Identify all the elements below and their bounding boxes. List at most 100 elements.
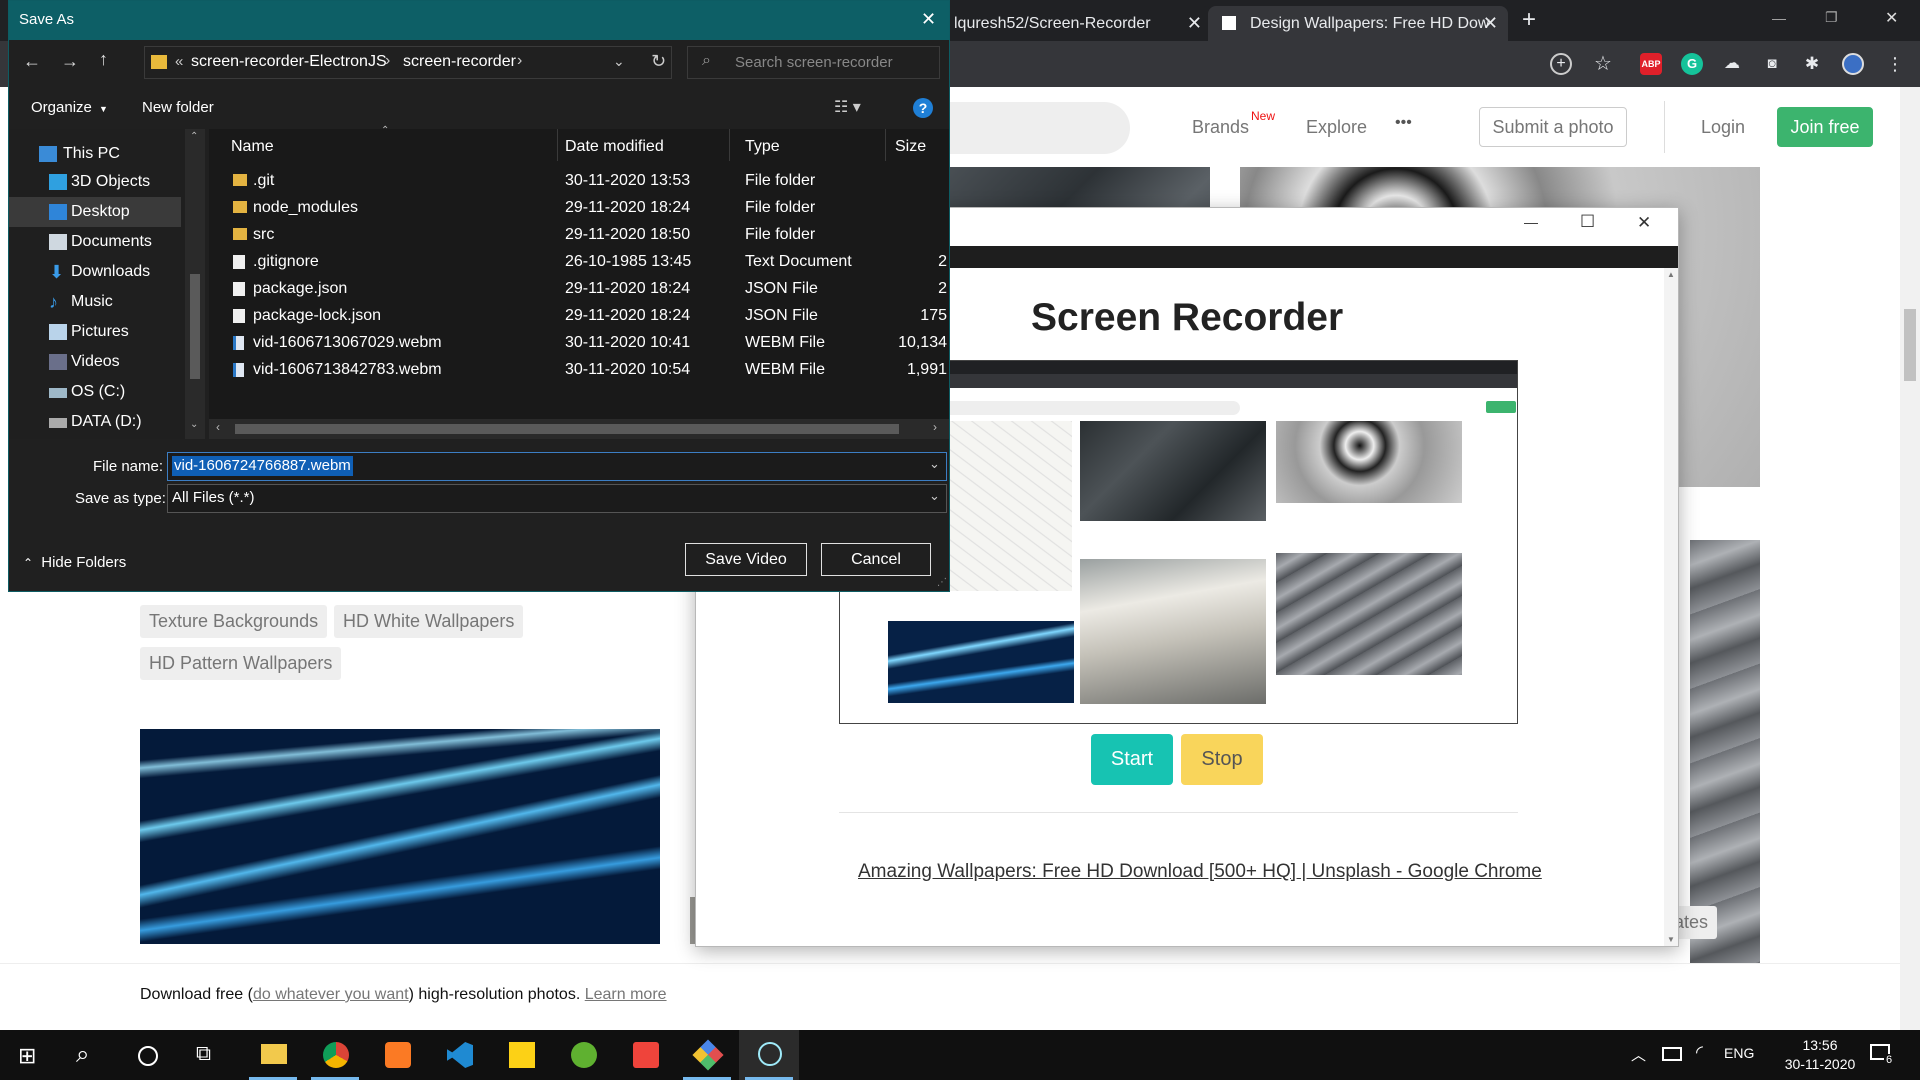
electron-app[interactable] xyxy=(739,1030,799,1080)
scrollbar-thumb[interactable] xyxy=(1904,309,1916,381)
nav-item-desktop[interactable]: Desktop xyxy=(9,197,181,227)
nav-item-pictures[interactable]: Pictures xyxy=(9,317,181,347)
close-button[interactable]: ✕ xyxy=(1637,213,1651,233)
nav-item-this-pc[interactable]: This PC xyxy=(9,139,181,169)
avatar[interactable] xyxy=(1842,53,1864,75)
new-tab-button[interactable]: + xyxy=(1522,6,1536,34)
close-button[interactable]: ✕ xyxy=(921,9,936,30)
chevron-up-icon[interactable]: ︿ xyxy=(1631,1044,1646,1065)
chevron-down-icon[interactable]: ⌄ xyxy=(929,488,940,504)
tag-texture-backgrounds[interactable]: Texture Backgrounds xyxy=(140,605,328,638)
nav-item-data-d[interactable]: DATA (D:) xyxy=(9,407,181,437)
chevron-down-icon[interactable]: ⌄ xyxy=(190,419,198,430)
nav-explore[interactable]: Explore xyxy=(1306,117,1367,138)
restore-button[interactable]: ❐ xyxy=(1825,9,1838,26)
table-row[interactable]: .git 30-11-2020 13:53 File folder xyxy=(209,167,949,194)
clock[interactable]: 13:56 30-11-2020 xyxy=(1780,1036,1860,1074)
puzzle-icon[interactable]: ✱ xyxy=(1801,53,1823,75)
tab-unsplash[interactable]: Design Wallpapers: Free HD Dow ✕ xyxy=(1208,6,1508,41)
grammarly-icon[interactable]: G xyxy=(1681,53,1703,75)
chevron-up-icon[interactable]: ⌃ xyxy=(190,131,198,142)
tag-hd-pattern-wallpapers[interactable]: HD Pattern Wallpapers xyxy=(140,647,342,680)
column-size[interactable]: Size xyxy=(895,138,926,156)
table-row[interactable]: package.json 29-11-2020 18:24 JSON File 2 xyxy=(209,275,949,302)
organize-menu[interactable]: Organize ▼ xyxy=(31,99,108,116)
license-link[interactable]: do whatever you want xyxy=(253,986,409,1003)
column-date[interactable]: Date modified xyxy=(565,138,664,156)
file-explorer-app[interactable] xyxy=(243,1030,303,1080)
language-indicator[interactable]: ENG xyxy=(1724,1045,1754,1061)
cancel-button[interactable]: Cancel xyxy=(821,543,931,576)
back-arrow-icon[interactable]: ← xyxy=(23,51,41,72)
scrollbar-thumb[interactable] xyxy=(190,274,200,379)
minimize-button[interactable]: — xyxy=(1524,214,1538,230)
table-row[interactable]: vid-1606713067029.webm 30-11-2020 10:41 WE… xyxy=(209,329,949,356)
cortana-icon[interactable] xyxy=(138,1046,158,1066)
scrollbar-thumb[interactable] xyxy=(235,424,899,434)
close-window-button[interactable]: ✕ xyxy=(1885,8,1898,28)
nav-item-downloads[interactable]: ⬇ Downloads xyxy=(9,257,181,287)
file-name-input[interactable]: vid-1606724766887.webm ⌄ xyxy=(167,452,947,481)
chrome-app[interactable] xyxy=(305,1030,365,1080)
photo-blue-light-streaks[interactable] xyxy=(140,729,660,944)
tab-github[interactable]: lquresh52/Screen-Recorder ✕ xyxy=(942,6,1212,41)
nav-brands[interactable]: Brands xyxy=(1192,117,1249,138)
address-bar[interactable]: « screen-recorder-ElectronJS › screen-re… xyxy=(144,46,672,79)
search-icon[interactable]: ⌕ xyxy=(76,1041,89,1069)
zoom-plus-icon[interactable]: + xyxy=(1550,53,1572,75)
xampp-app[interactable] xyxy=(367,1030,427,1080)
breadcrumb-overflow[interactable]: « xyxy=(175,53,183,70)
scroll-down-icon[interactable]: ▼ xyxy=(1667,935,1675,944)
table-row[interactable]: node_modules 29-11-2020 18:24 File folder xyxy=(209,194,949,221)
submit-photo-button[interactable]: Submit a photo xyxy=(1479,107,1627,147)
page-scrollbar[interactable] xyxy=(1900,87,1920,1030)
new-folder-button[interactable]: New folder xyxy=(142,99,214,116)
tag-hd-white-wallpapers[interactable]: HD White Wallpapers xyxy=(334,605,524,638)
table-row[interactable]: vid-1606713842783.webm 30-11-2020 10:54 WE… xyxy=(209,356,949,383)
login-link[interactable]: Login xyxy=(1701,117,1745,138)
join-free-button[interactable]: Join free xyxy=(1777,107,1873,147)
table-row[interactable]: .gitignore 26-10-1985 13:45 Text Document 2 xyxy=(209,248,949,275)
nav-item-videos[interactable]: Videos xyxy=(9,347,181,377)
nav-item-os-c[interactable]: OS (C:) xyxy=(9,377,181,407)
menu-dots-icon[interactable]: ⋮ xyxy=(1884,53,1906,75)
table-row[interactable]: package-lock.json 29-11-2020 18:24 JSON Fi… xyxy=(209,302,949,329)
refresh-icon[interactable]: ↻ xyxy=(651,51,666,72)
resize-grip-icon[interactable]: ⋰ xyxy=(937,577,947,588)
search-box[interactable]: ⌕ Search screen-recorder xyxy=(687,46,940,79)
chevron-down-icon[interactable]: ⌄ xyxy=(613,53,625,70)
star-icon[interactable]: ☆ xyxy=(1592,53,1614,75)
nav-item-3d-objects[interactable]: 3D Objects xyxy=(9,167,181,197)
save-type-select[interactable]: All Files (*.*) ⌄ xyxy=(167,484,947,513)
start-button[interactable]: Start xyxy=(1091,734,1173,785)
chevron-right-icon[interactable]: › xyxy=(933,420,937,434)
nav-item-documents[interactable]: Documents xyxy=(9,227,181,257)
column-name[interactable]: Name xyxy=(231,138,274,156)
nav-item-music[interactable]: ♪ Music xyxy=(9,287,181,317)
close-icon[interactable]: ✕ xyxy=(1187,6,1202,41)
horizontal-scrollbar[interactable]: ‹ › xyxy=(209,419,949,439)
column-type[interactable]: Type xyxy=(745,138,780,156)
close-icon[interactable]: ✕ xyxy=(1483,6,1498,41)
breadcrumb-folder[interactable]: screen-recorder-ElectronJS xyxy=(191,53,387,71)
breadcrumb-folder[interactable]: screen-recorder xyxy=(403,53,516,71)
wifi-icon[interactable]: ◜ xyxy=(1696,1042,1703,1063)
save-button[interactable]: Save Video xyxy=(685,543,807,576)
camera-icon[interactable]: ◙ xyxy=(1761,53,1783,75)
recorder-scrollbar[interactable]: ▲ ▼ xyxy=(1664,268,1678,946)
chevron-left-icon[interactable]: ‹ xyxy=(216,420,220,434)
scroll-up-icon[interactable]: ▲ xyxy=(1667,270,1675,279)
sticky-notes-app[interactable] xyxy=(491,1030,551,1080)
chevron-down-icon[interactable]: ⌄ xyxy=(929,456,940,472)
anydesk-app[interactable] xyxy=(615,1030,675,1080)
table-row[interactable]: src 29-11-2020 18:50 File folder xyxy=(209,221,949,248)
stop-button[interactable]: Stop xyxy=(1181,734,1263,785)
adblock-icon[interactable]: ABP xyxy=(1640,53,1662,75)
source-window-link[interactable]: Amazing Wallpapers: Free HD Download [50… xyxy=(858,861,1542,883)
cloud-extension-icon[interactable]: ☁ xyxy=(1721,53,1743,75)
nav-scrollbar[interactable]: ⌃ ⌄ xyxy=(185,129,205,439)
more-icon[interactable]: ••• xyxy=(1395,114,1412,132)
hide-folders-toggle[interactable]: ⌃ Hide Folders xyxy=(23,554,126,571)
task-view-icon[interactable]: ⧉ xyxy=(196,1042,211,1066)
help-icon[interactable]: ? xyxy=(913,98,933,118)
